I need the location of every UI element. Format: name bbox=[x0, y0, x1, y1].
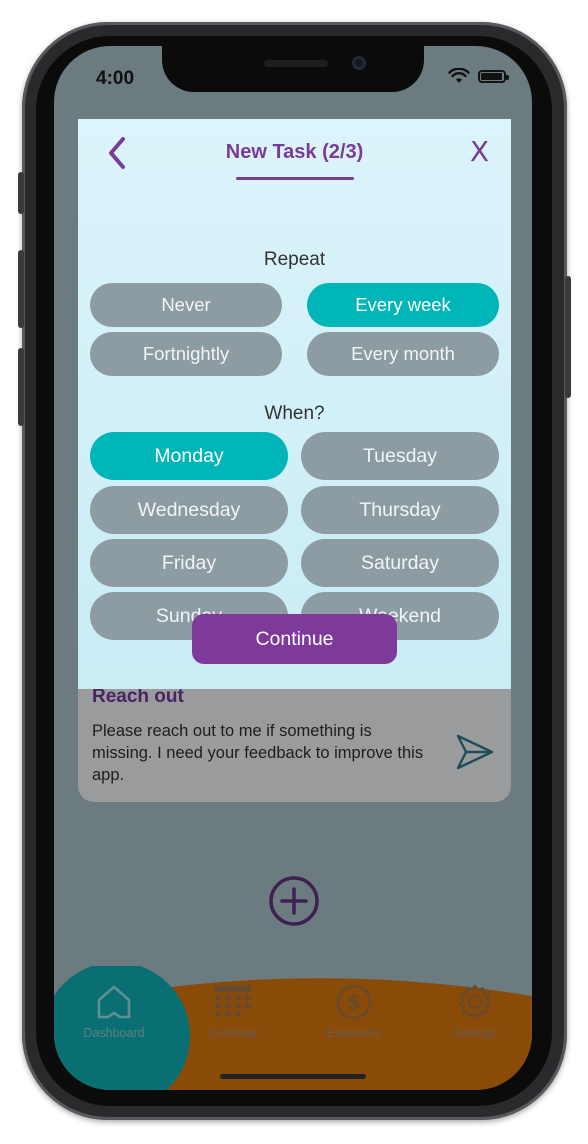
continue-button[interactable]: Continue bbox=[192, 614, 397, 664]
battery-icon bbox=[478, 69, 509, 83]
title-underline bbox=[236, 177, 354, 180]
dollar-icon: $ bbox=[336, 984, 372, 1020]
tab-bar: Dashboard Calendar $ Expenses Settings bbox=[54, 966, 532, 1090]
day-option-saturday[interactable]: Saturday bbox=[301, 539, 499, 587]
svg-text:$: $ bbox=[347, 990, 361, 1014]
repeat-label: Repeat bbox=[263, 249, 326, 270]
home-icon bbox=[97, 985, 131, 1019]
notch bbox=[162, 46, 424, 92]
send-icon[interactable] bbox=[455, 732, 495, 772]
gear-icon bbox=[458, 984, 492, 1019]
modal-title: New Task (2/3) bbox=[225, 141, 364, 163]
phone-volume-down bbox=[18, 348, 24, 426]
tab-calendar[interactable]: Calendar bbox=[183, 984, 283, 1040]
close-button[interactable]: X bbox=[470, 135, 489, 168]
day-option-wednesday[interactable]: Wednesday bbox=[90, 486, 288, 534]
phone-mute-switch bbox=[18, 172, 24, 214]
phone-power-button bbox=[565, 276, 571, 398]
tab-expenses[interactable]: $ Expenses bbox=[304, 984, 404, 1040]
repeat-option-every-week[interactable]: Every week bbox=[307, 283, 499, 327]
speaker-grille bbox=[264, 60, 328, 67]
tab-settings[interactable]: Settings bbox=[425, 984, 525, 1040]
when-label: When? bbox=[264, 403, 325, 424]
wifi-icon bbox=[448, 68, 470, 83]
day-option-friday[interactable]: Friday bbox=[90, 539, 288, 587]
home-indicator bbox=[220, 1074, 366, 1079]
repeat-option-fortnightly[interactable]: Fortnightly bbox=[90, 332, 282, 376]
calendar-icon bbox=[215, 985, 251, 1016]
tab-label: Expenses bbox=[326, 1026, 382, 1040]
front-camera bbox=[352, 56, 366, 70]
new-task-modal: New Task (2/3) X Repeat Never Every week… bbox=[78, 119, 511, 689]
repeat-option-never[interactable]: Never bbox=[90, 283, 282, 327]
status-time: 4:00 bbox=[96, 68, 135, 89]
day-option-thursday[interactable]: Thursday bbox=[301, 486, 499, 534]
status-icons bbox=[448, 68, 509, 84]
tab-label: Dashboard bbox=[83, 1026, 145, 1040]
phone-volume-up bbox=[18, 250, 24, 328]
reach-out-title: Reach out bbox=[92, 686, 184, 707]
add-task-button[interactable] bbox=[268, 875, 320, 927]
repeat-option-every-month[interactable]: Every month bbox=[307, 332, 499, 376]
tab-label: Calendar bbox=[207, 1026, 259, 1040]
day-option-tuesday[interactable]: Tuesday bbox=[301, 432, 499, 480]
day-option-monday[interactable]: Monday bbox=[90, 432, 288, 480]
tab-dashboard[interactable]: Dashboard bbox=[64, 984, 164, 1040]
reach-out-text: Please reach out to me if something is m… bbox=[92, 722, 424, 784]
tab-label: Settings bbox=[452, 1026, 498, 1040]
phone-screen: 4:00 New Task (2/3) X Repeat Never Every… bbox=[54, 46, 532, 1090]
